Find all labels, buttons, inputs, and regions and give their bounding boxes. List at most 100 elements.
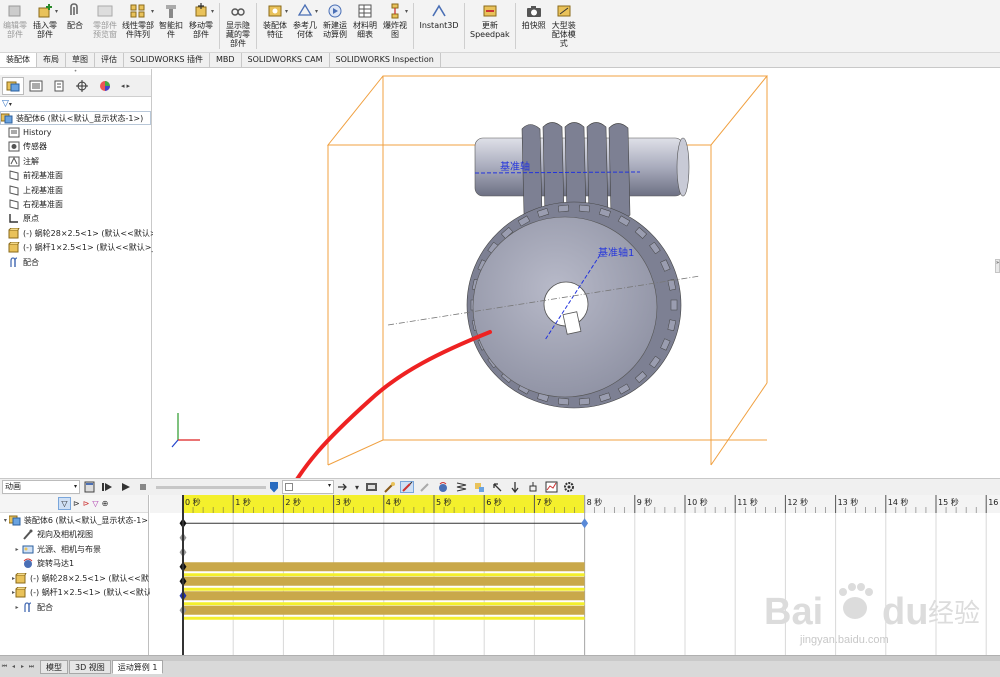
linear-component-pattern-button[interactable]: 线性零部 件阵列 ▾ <box>120 0 156 52</box>
autokey-button[interactable] <box>400 481 414 493</box>
tab-assembly[interactable]: 装配体 <box>0 53 37 67</box>
play-button[interactable] <box>118 481 132 493</box>
motion-tree-item[interactable]: 旋转马达1 <box>0 557 148 572</box>
motion-tree-item[interactable]: ▸ 配合 <box>0 600 148 615</box>
film-icon <box>365 483 377 491</box>
damper-button[interactable] <box>526 481 540 493</box>
tab-sketch[interactable]: 草图 <box>66 53 95 67</box>
chevron-down-icon[interactable]: ▾ <box>211 8 214 15</box>
graphics-area[interactable]: 基准轴 基准轴1 » <box>153 69 1000 478</box>
scroll-prev-icon[interactable]: ◂ <box>9 662 18 672</box>
expand-toggle-icon[interactable]: ▾ <box>2 517 9 524</box>
panel-scroll-right[interactable]: ▸ <box>127 82 131 90</box>
assembly-features-button[interactable]: 装配体 特征 ▾ <box>260 0 290 52</box>
tree-item[interactable]: 前视基准面 <box>0 169 151 183</box>
gravity-button[interactable] <box>508 481 522 493</box>
smart-fasteners-button[interactable]: 智能扣 件 <box>156 0 186 52</box>
force-button[interactable] <box>490 481 504 493</box>
edit-component-button[interactable]: 编辑零 部件 <box>0 0 30 52</box>
filter-driving-icon[interactable]: ⊳ <box>83 499 90 508</box>
tab-motion-study-1[interactable]: 运动算例 1 <box>111 660 164 674</box>
filter-icon[interactable]: ▽▾ <box>0 97 151 111</box>
property-manager-tab[interactable] <box>25 77 47 95</box>
study-type-select[interactable]: 动画 ▾ <box>2 480 80 494</box>
configuration-manager-tab[interactable] <box>48 77 70 95</box>
play-from-start-button[interactable] <box>100 481 114 493</box>
tab-solidworks-cam[interactable]: SOLIDWORKS CAM <box>242 53 330 67</box>
motion-tree-item[interactable]: 视向及相机视图 <box>0 528 148 543</box>
chevron-down-icon[interactable]: ▾ <box>354 481 360 493</box>
filter-results-icon[interactable]: ⊕ <box>102 499 109 508</box>
expand-toggle-icon[interactable]: ▸ <box>12 604 22 611</box>
scroll-last-icon[interactable]: ⏭ <box>27 662 36 672</box>
tree-item[interactable]: 上视基准面 <box>0 183 151 197</box>
tree-item[interactable]: (-) 蜗轮28×2.5<1> (默认<<默认>_ <box>0 226 161 240</box>
chevron-down-icon[interactable]: ▾ <box>151 8 154 15</box>
tab-evaluate[interactable]: 评估 <box>95 53 124 67</box>
expand-toggle-icon[interactable]: ▸ <box>12 546 22 553</box>
insert-component-button[interactable]: 插入零 部件 ▾ <box>30 0 60 52</box>
contact-button[interactable] <box>472 481 486 493</box>
tab-solidworks-inspection[interactable]: SOLIDWORKS Inspection <box>330 53 441 67</box>
mate-button[interactable]: 配合 <box>60 0 90 52</box>
tab-model[interactable]: 模型 <box>40 660 68 674</box>
filter-animated-icon[interactable]: ⊳ <box>73 499 80 508</box>
playback-direction-button[interactable] <box>336 481 350 493</box>
motion-tree-item[interactable]: ▸ 光源、相机与布景 <box>0 542 148 557</box>
feature-manager-tab[interactable] <box>2 76 24 95</box>
motion-tree-item[interactable]: ▾ 装配体6 (默认<默认_显示状态-1> <box>0 513 148 528</box>
update-speedpak-button[interactable]: 更新 Speedpak <box>468 0 512 52</box>
chevron-down-icon[interactable]: ▾ <box>55 8 58 15</box>
playback-speed-track[interactable] <box>156 485 266 489</box>
scroll-next-icon[interactable]: ▸ <box>18 662 27 672</box>
add-key-button[interactable] <box>418 481 432 493</box>
filter-icon[interactable]: ▽ <box>58 497 71 510</box>
tab-3d-views[interactable]: 3D 视图 <box>69 660 111 674</box>
scroll-first-icon[interactable]: ⏮ <box>0 662 9 672</box>
dimxpert-tab[interactable] <box>71 77 93 95</box>
reference-geometry-button[interactable]: 参考几 何体 ▾ <box>290 0 320 52</box>
tree-item[interactable]: History <box>0 125 151 139</box>
stop-button[interactable] <box>136 481 150 493</box>
preview-window-icon <box>97 3 113 19</box>
bill-of-materials-button[interactable]: 材料明 细表 <box>350 0 380 52</box>
tab-solidworks-addins[interactable]: SOLIDWORKS 插件 <box>124 53 210 67</box>
tree-item[interactable]: 注解 <box>0 154 151 168</box>
tree-item[interactable]: 传感器 <box>0 140 151 154</box>
results-button[interactable] <box>544 481 558 493</box>
glasses-icon <box>230 3 246 19</box>
display-manager-tab[interactable] <box>94 77 116 95</box>
tree-item[interactable]: 原点 <box>0 212 151 226</box>
exploded-view-button[interactable]: 爆炸视 图 ▾ <box>380 0 410 52</box>
chevron-down-icon[interactable]: ▾ <box>315 8 318 15</box>
take-snapshot-button[interactable]: 拍快照 <box>519 0 549 52</box>
move-component-button[interactable]: 移动零 部件 ▾ <box>186 0 216 52</box>
calculate-button[interactable] <box>82 481 96 493</box>
motion-tree-item[interactable]: ▸ (-) 蜗轮28×2.5<1> (默认<<默 <box>0 571 149 586</box>
save-animation-button[interactable] <box>364 481 378 493</box>
playback-speed-slider[interactable] <box>270 481 278 493</box>
tab-mbd[interactable]: MBD <box>210 53 242 67</box>
table-icon <box>357 3 373 19</box>
filter-selected-icon[interactable]: ▽ <box>92 499 98 508</box>
motor-button[interactable] <box>436 481 450 493</box>
large-assembly-mode-button[interactable]: 大型装 配体模 式 <box>549 0 579 52</box>
show-hidden-components-button[interactable]: 显示隐 藏的零 部件 <box>223 0 253 52</box>
component-preview-window-button[interactable]: 零部件 预览窗 <box>90 0 120 52</box>
panel-scroll-left[interactable]: ◂ <box>121 82 125 90</box>
spring-button[interactable] <box>454 481 468 493</box>
tab-layout[interactable]: 布局 <box>37 53 66 67</box>
new-motion-study-button[interactable]: 新建运 动算例 <box>320 0 350 52</box>
tree-item[interactable]: 右视基准面 <box>0 197 151 211</box>
chevron-down-icon[interactable]: ▾ <box>405 8 408 15</box>
motion-properties-button[interactable] <box>562 481 576 493</box>
tree-root-assembly[interactable]: 装配体6 (默认<默认_显示状态-1>) <box>0 111 151 126</box>
panel-expand-handle[interactable]: » <box>995 259 1000 273</box>
animation-wizard-button[interactable] <box>382 481 396 493</box>
tree-item[interactable]: (-) 蜗杆1×2.5<1> (默认<<默认>_显 <box>0 241 163 255</box>
chevron-down-icon[interactable]: ▾ <box>285 8 288 15</box>
motion-tree-item[interactable]: ▸ (-) 蜗杆1×2.5<1> (默认<<默认 <box>0 586 152 601</box>
tree-item[interactable]: 配合 <box>0 255 151 269</box>
instant3d-button[interactable]: Instant3D <box>417 0 461 52</box>
playback-mode-select[interactable]: ▾ <box>282 480 334 494</box>
